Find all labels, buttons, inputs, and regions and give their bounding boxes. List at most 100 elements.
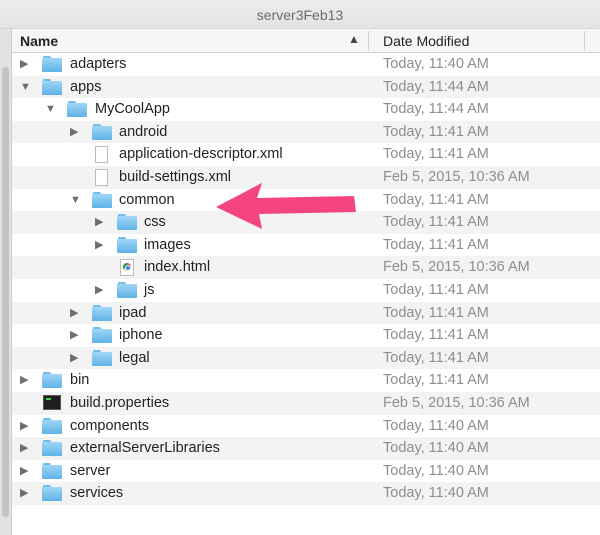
file-row[interactable]: ▶ css Today, 11:41 AM [12, 211, 600, 234]
date-modified: Today, 11:41 AM [383, 349, 489, 366]
disclosure-collapsed-icon[interactable]: ▶ [70, 328, 78, 342]
file-name: ipad [119, 304, 147, 321]
folder-icon [92, 123, 112, 140]
disclosure-expanded-icon[interactable]: ▼ [20, 80, 31, 94]
file-name: services [70, 485, 124, 502]
disclosure-collapsed-icon[interactable]: ▶ [20, 419, 28, 433]
name-column-header[interactable]: Name [20, 33, 58, 49]
file-name: bin [70, 372, 90, 389]
file-row[interactable]: ▶ server Today, 11:40 AM [12, 460, 600, 483]
disclosure-collapsed-icon[interactable]: ▶ [20, 441, 28, 455]
file-name: css [144, 214, 166, 231]
disclosure-collapsed-icon[interactable]: ▶ [70, 306, 78, 320]
file-row[interactable]: ▶ components Today, 11:40 AM [12, 415, 600, 438]
date-modified: Today, 11:40 AM [383, 462, 489, 479]
file-name: common [119, 191, 175, 208]
folder-icon [42, 485, 62, 502]
window-titlebar[interactable]: server3Feb13 [0, 0, 600, 29]
column-divider[interactable] [368, 31, 369, 51]
file-name: adapters [70, 56, 127, 72]
disclosure-collapsed-icon[interactable]: ▶ [20, 57, 28, 71]
date-modified: Today, 11:40 AM [383, 485, 489, 502]
file-name: index.html [144, 259, 211, 276]
date-modified: Today, 11:44 AM [383, 101, 489, 118]
folder-icon [92, 349, 112, 366]
disclosure-collapsed-icon[interactable]: ▶ [70, 351, 78, 365]
disclosure-collapsed-icon[interactable]: ▶ [20, 373, 28, 387]
folder-icon [42, 372, 62, 389]
file-row[interactable]: ▶ services Today, 11:40 AM [12, 482, 600, 505]
file-row[interactable]: ▶ adapters Today, 11:40 AM [12, 53, 600, 76]
sort-ascending-icon[interactable]: ▲ [348, 32, 360, 46]
scrollbar-thumb[interactable] [2, 67, 9, 517]
date-modified: Today, 11:44 AM [383, 78, 489, 95]
file-name: legal [119, 349, 150, 366]
date-modified: Today, 11:41 AM [383, 123, 489, 140]
disclosure-collapsed-icon[interactable]: ▶ [95, 283, 103, 297]
date-modified: Feb 5, 2015, 10:36 AM [383, 259, 530, 276]
file-row[interactable]: ▼ common Today, 11:41 AM [12, 189, 600, 212]
date-modified: Today, 11:40 AM [383, 440, 489, 457]
disclosure-expanded-icon[interactable]: ▼ [45, 102, 56, 116]
date-modified: Today, 11:41 AM [383, 146, 489, 163]
file-row[interactable]: ▶ bin Today, 11:41 AM [12, 369, 600, 392]
file-row[interactable]: build.properties Feb 5, 2015, 10:36 AM [12, 392, 600, 415]
file-row[interactable]: ▶ android Today, 11:41 AM [12, 120, 600, 144]
folder-icon [42, 440, 62, 457]
file-row[interactable]: ▼ apps Today, 11:44 AM [12, 75, 600, 99]
date-modified: Today, 11:41 AM [383, 372, 489, 389]
folder-icon [92, 304, 112, 321]
folder-icon [42, 462, 62, 479]
date-modified: Today, 11:41 AM [383, 191, 489, 208]
disclosure-collapsed-icon[interactable]: ▶ [95, 238, 103, 252]
file-name: iphone [119, 327, 163, 344]
file-name: externalServerLibraries [70, 440, 220, 457]
folder-icon [67, 101, 87, 118]
date-modified-column-header[interactable]: Date Modified [383, 33, 469, 49]
disclosure-expanded-icon[interactable]: ▼ [70, 193, 81, 207]
folder-icon [42, 56, 62, 72]
vertical-scrollbar[interactable] [0, 29, 12, 535]
chrome-html-file-icon [120, 259, 134, 277]
disclosure-collapsed-icon[interactable]: ▶ [20, 464, 28, 478]
disclosure-collapsed-icon[interactable]: ▶ [70, 125, 78, 139]
column-header: Name ▲ Date Modified [12, 29, 600, 53]
file-name: apps [70, 78, 102, 95]
date-modified: Feb 5, 2015, 10:36 AM [383, 169, 530, 185]
date-modified: Today, 11:41 AM [383, 236, 489, 253]
disclosure-collapsed-icon[interactable]: ▶ [95, 215, 103, 229]
date-modified: Today, 11:41 AM [383, 304, 489, 321]
date-modified: Today, 11:41 AM [383, 327, 489, 344]
terminal-file-icon [43, 395, 61, 410]
file-row[interactable]: ▶ ipad Today, 11:41 AM [12, 301, 600, 325]
file-row[interactable]: ▶ js Today, 11:41 AM [12, 279, 600, 302]
file-name: js [144, 282, 155, 298]
file-name: images [144, 236, 191, 253]
disclosure-collapsed-icon[interactable]: ▶ [20, 486, 28, 500]
file-row[interactable]: ▶ images Today, 11:41 AM [12, 234, 600, 257]
file-list: ▶ adapters Today, 11:40 AM ▼ apps Today, 11:4… [12, 53, 600, 535]
file-row[interactable]: index.html Feb 5, 2015, 10:36 AM [12, 256, 600, 279]
document-icon [95, 169, 108, 186]
file-name: MyCoolApp [95, 101, 170, 118]
date-modified: Today, 11:41 AM [383, 214, 489, 231]
file-name: server [70, 462, 111, 479]
folder-icon [92, 327, 112, 344]
file-row[interactable]: ▶ iphone Today, 11:41 AM [12, 324, 600, 347]
file-row[interactable]: build-settings.xml Feb 5, 2015, 10:36 AM [12, 166, 600, 189]
folder-icon [117, 236, 137, 253]
file-name: application-descriptor.xml [119, 146, 283, 163]
file-row[interactable]: ▼ MyCoolApp Today, 11:44 AM [12, 98, 600, 121]
date-modified: Today, 11:40 AM [383, 56, 489, 72]
folder-icon [117, 282, 137, 298]
file-name: build-settings.xml [119, 169, 232, 185]
file-row[interactable]: ▶ externalServerLibraries Today, 11:40 AM [12, 437, 600, 460]
folder-icon [92, 191, 112, 208]
window-title: server3Feb13 [256, 7, 344, 23]
date-modified: Today, 11:41 AM [383, 282, 489, 298]
document-icon [95, 146, 108, 164]
column-divider[interactable] [584, 31, 585, 51]
date-modified: Feb 5, 2015, 10:36 AM [383, 395, 530, 411]
file-row[interactable]: application-descriptor.xml Today, 11:41 A… [12, 143, 600, 166]
file-row[interactable]: ▶ legal Today, 11:41 AM [12, 346, 600, 370]
